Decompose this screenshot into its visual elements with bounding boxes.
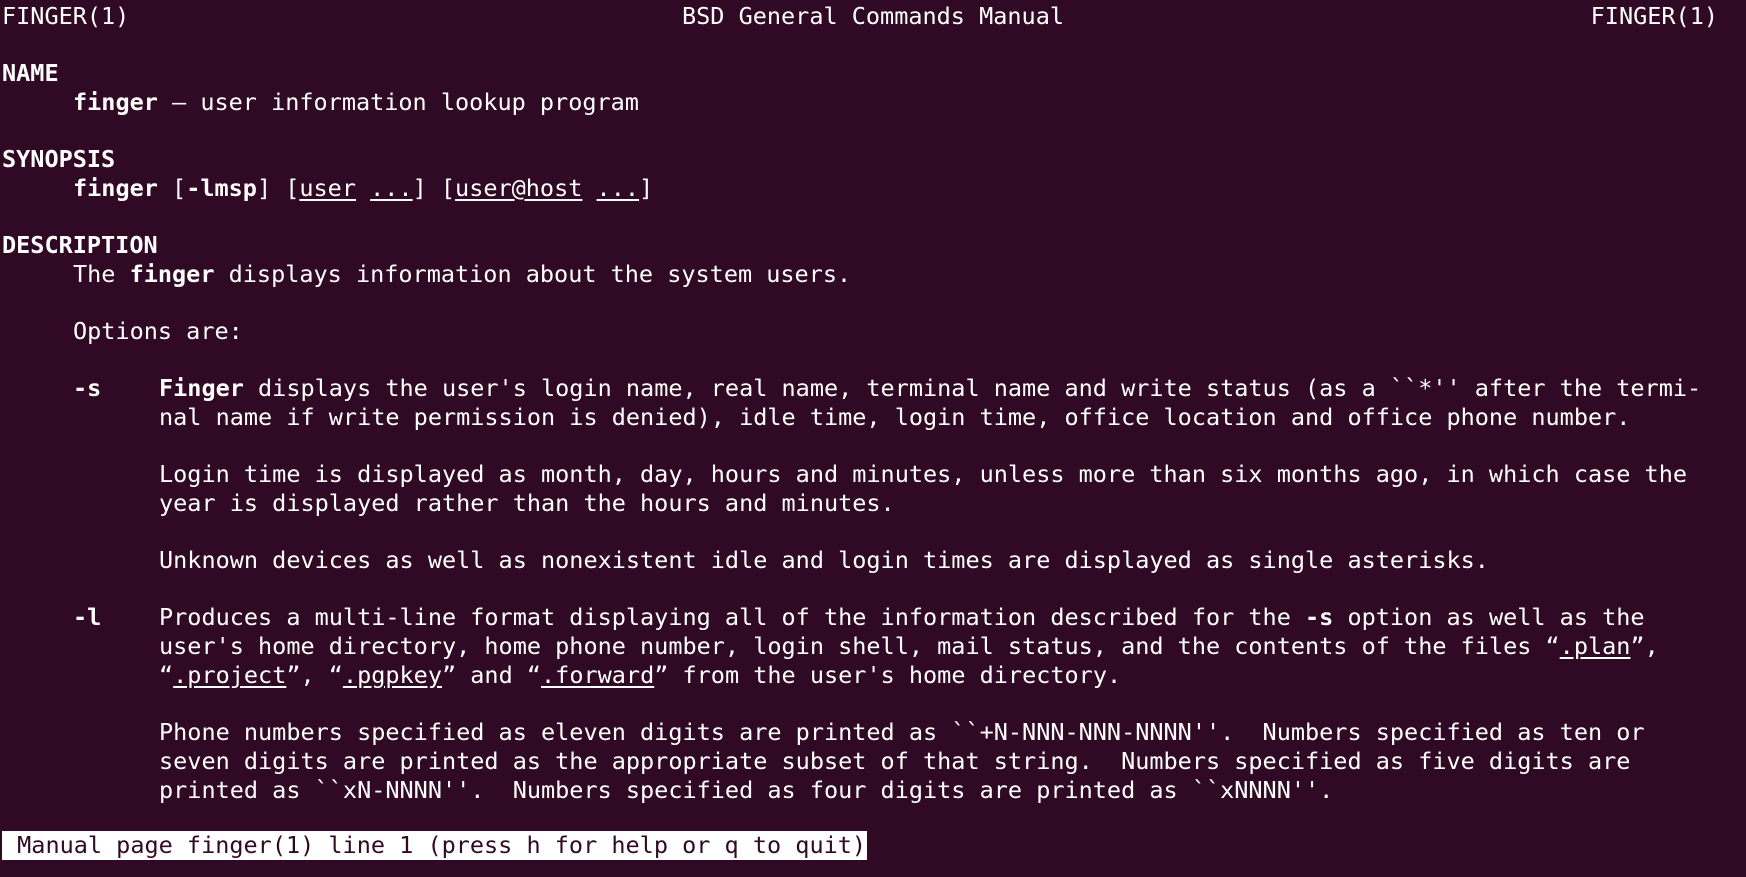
synopsis-bracket: ] [ [256,174,300,202]
text-segment: displays information about the system us… [214,260,852,288]
option-l-para2-line-2: seven digits are printed as the appropri… [159,747,1631,775]
synopsis-ellipsis: ... [370,174,413,202]
file-plan: .plan [1559,632,1631,660]
file-project: .project [173,661,287,689]
option-l-line-3: “.project”, “.pgpkey” and “.forward” fro… [159,661,1121,690]
header-right: FINGER(1) [1590,2,1718,30]
option-s-para2-line-1: Login time is displayed as month, day, h… [159,460,1688,488]
options-intro: Options are: [73,317,243,345]
name-description: — user information lookup program [157,88,639,116]
section-heading-description: DESCRIPTION [2,231,158,259]
text-segment: option as well as the [1333,603,1645,631]
text-segment: The [73,260,130,288]
option-l-line-1: Produces a multi-line format displaying … [159,603,1645,632]
text-segment: ” and “ [441,661,542,689]
synopsis-bracket: [ [157,174,187,202]
option-s-line-1: Finger displays the user's login name, r… [159,374,1701,403]
text-segment: ”, [1630,632,1659,660]
option-s-line-2: nal name if write permission is denied),… [159,403,1631,431]
option-l-ref-s: -s [1305,603,1334,631]
option-flag-s: -s [73,374,102,402]
text-segment: user's home directory, home phone number… [159,632,1560,660]
header-center: BSD General Commands Manual [681,2,1064,30]
pager-status-bar: Manual page finger(1) line 1 (press h fo… [2,831,868,860]
option-s-para2-line-2: year is displayed rather than the hours … [159,489,895,517]
synopsis-space [356,174,370,202]
option-l-line-2: user's home directory, home phone number… [159,632,1659,661]
section-heading-name: NAME [2,59,59,87]
text-segment: displays the user's login name, real nam… [243,374,1702,402]
synopsis-bracket: ] [639,174,654,202]
file-forward: .forward [541,661,655,689]
text-segment: ” from the user's home directory. [654,661,1122,689]
name-command: finger [73,88,158,116]
synopsis-command: finger [73,174,158,202]
option-l-para2-line-3: printed as ``xN-NNNN''. Numbers specifie… [159,776,1334,804]
option-s-para3-line-1: Unknown devices as well as nonexistent i… [159,546,1489,574]
description-command: finger [129,260,215,288]
option-l-para2-line-1: Phone numbers specified as eleven digits… [159,718,1645,746]
section-heading-synopsis: SYNOPSIS [2,145,116,173]
synopsis-ellipsis: ... [596,174,639,202]
description-intro: The finger displays information about th… [73,260,851,289]
file-pgpkey: .pgpkey [342,661,442,689]
synopsis-bracket: ] [ [412,174,456,202]
text-segment: ”, “ [286,661,343,689]
text-segment: Produces a multi-line format displaying … [159,603,1306,631]
name-line: finger — user information lookup program [73,88,639,117]
synopsis-line: finger [-lmsp] [user ...] [user@host ...… [73,174,653,203]
synopsis-space [582,174,596,202]
option-flag-l: -l [73,603,102,631]
terminal-window[interactable]: FINGER(1) BSD General Commands Manual FI… [0,0,1746,877]
synopsis-userhost-arg: user@host [455,174,583,202]
synopsis-flags: -lmsp [186,174,257,202]
option-s-bold: Finger [159,374,244,402]
text-segment: “ [159,661,174,689]
synopsis-user-arg: user [299,174,356,202]
